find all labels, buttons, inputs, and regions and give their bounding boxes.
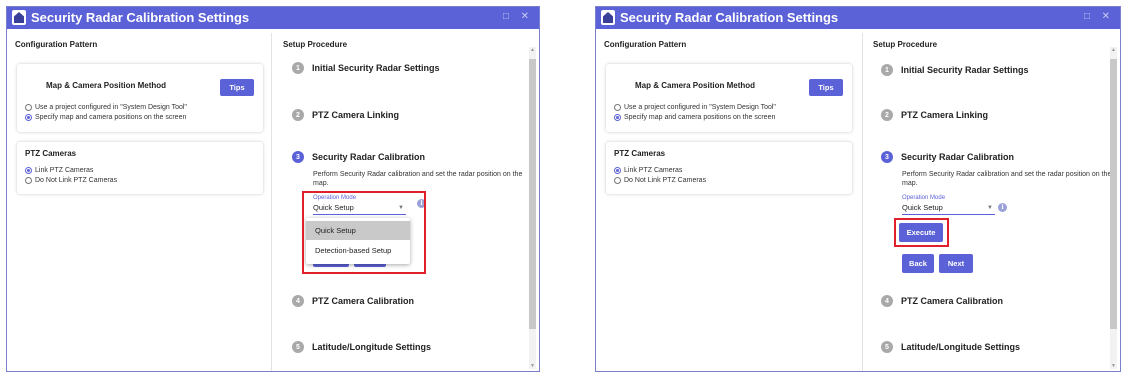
radio-label: Link PTZ Cameras xyxy=(35,167,94,174)
maximize-icon[interactable]: □ xyxy=(1084,11,1090,22)
security-radar-app-icon xyxy=(12,10,26,25)
ptz-cameras-card: PTZ Cameras Link PTZ Cameras Do Not Link… xyxy=(606,142,852,194)
window-title: Security Radar Calibration Settings xyxy=(31,10,250,25)
radio-option-specify-on-screen[interactable]: Specify map and camera positions on the … xyxy=(25,114,186,121)
step-number-4: 4 xyxy=(881,295,893,307)
operation-mode-label: Operation Mode xyxy=(902,195,946,201)
radio-selected[interactable] xyxy=(614,167,621,174)
configuration-pattern-heading: Configuration Pattern xyxy=(604,40,687,49)
radio-label: Specify map and camera positions on the … xyxy=(624,114,776,121)
step-label-lat-long: Latitude/Longitude Settings xyxy=(901,342,1020,352)
highlight-box xyxy=(894,218,949,247)
radio-selected[interactable] xyxy=(25,114,32,121)
radio-option-specify-on-screen[interactable]: Specify map and camera positions on the … xyxy=(614,114,775,121)
chevron-down-icon[interactable]: ▼ xyxy=(987,205,993,211)
step-number-1: 1 xyxy=(881,64,893,76)
tips-button[interactable]: Tips xyxy=(809,79,843,96)
ptz-cameras-card: PTZ Cameras Link PTZ Cameras Do Not Link… xyxy=(17,142,263,194)
step-description: Perform Security Radar calibration and s… xyxy=(313,171,523,187)
configuration-pattern-heading: Configuration Pattern xyxy=(15,40,98,49)
radio-selected[interactable] xyxy=(614,114,621,121)
radio-option-system-design-tool[interactable]: Use a project configured in "System Desi… xyxy=(25,104,187,111)
radio-unselected[interactable] xyxy=(614,177,621,184)
radio-option-do-not-link-ptz[interactable]: Do Not Link PTZ Cameras xyxy=(614,177,706,184)
scroll-thumb[interactable] xyxy=(1110,59,1117,329)
step-number-1: 1 xyxy=(292,62,304,74)
info-icon[interactable]: i xyxy=(998,203,1007,212)
step-label-ptz-calibration: PTZ Camera Calibration xyxy=(901,296,1004,306)
step-number-5: 5 xyxy=(881,341,893,353)
radio-unselected[interactable] xyxy=(25,104,32,111)
card-title: Map & Camera Position Method xyxy=(635,81,756,90)
radio-label: Use a project configured in "System Desi… xyxy=(624,104,776,111)
security-radar-app-icon xyxy=(601,10,615,25)
radio-selected[interactable] xyxy=(25,167,32,174)
radio-label: Do Not Link PTZ Cameras xyxy=(624,177,707,184)
step-number-5: 5 xyxy=(292,341,304,353)
step-description: Perform Security Radar calibration and s… xyxy=(902,171,1112,187)
step-label-ptz-linking: PTZ Camera Linking xyxy=(901,110,989,120)
window-title: Security Radar Calibration Settings xyxy=(620,10,839,25)
radio-option-system-design-tool[interactable]: Use a project configured in "System Desi… xyxy=(614,104,776,111)
highlight-box xyxy=(302,191,426,274)
radio-label: Specify map and camera positions on the … xyxy=(35,114,187,121)
scroll-up-icon[interactable]: ▲ xyxy=(1110,47,1117,53)
setup-procedure-heading: Setup Procedure xyxy=(873,40,938,49)
step-label-initial-settings: Initial Security Radar Settings xyxy=(312,63,440,73)
next-button[interactable]: Next xyxy=(939,254,973,273)
tips-button[interactable]: Tips xyxy=(220,79,254,96)
step-number-3: 3 xyxy=(881,151,893,163)
scroll-down-icon[interactable]: ▼ xyxy=(529,363,536,369)
close-icon[interactable]: ✕ xyxy=(521,11,529,22)
calibration-window-dropdown-open: Security Radar Calibration Settings □ ✕ … xyxy=(6,6,540,372)
card-title: PTZ Cameras xyxy=(614,149,666,158)
radio-option-link-ptz[interactable]: Link PTZ Cameras xyxy=(25,167,93,174)
close-icon[interactable]: ✕ xyxy=(1102,11,1110,22)
maximize-icon[interactable]: □ xyxy=(503,11,509,22)
operation-mode-underline xyxy=(902,214,995,215)
title-bar: Security Radar Calibration Settings □ ✕ xyxy=(596,7,1120,29)
map-camera-method-card: Map & Camera Position Method Tips Use a … xyxy=(606,64,852,132)
vertical-scrollbar[interactable]: ▲ ▼ xyxy=(529,47,536,369)
step-label-ptz-calibration: PTZ Camera Calibration xyxy=(312,296,415,306)
title-bar: Security Radar Calibration Settings □ ✕ xyxy=(7,7,539,29)
step-label-radar-calibration: Security Radar Calibration xyxy=(901,152,1015,162)
step-label-ptz-linking: PTZ Camera Linking xyxy=(312,110,400,120)
scroll-thumb[interactable] xyxy=(529,59,536,329)
step-label-initial-settings: Initial Security Radar Settings xyxy=(901,65,1029,75)
step-number-4: 4 xyxy=(292,295,304,307)
step-number-2: 2 xyxy=(292,109,304,121)
card-title: Map & Camera Position Method xyxy=(46,81,167,90)
radio-unselected[interactable] xyxy=(25,177,32,184)
radio-option-link-ptz[interactable]: Link PTZ Cameras xyxy=(614,167,682,174)
operation-mode-value[interactable]: Quick Setup xyxy=(902,203,943,212)
column-divider xyxy=(271,33,272,371)
scroll-down-icon[interactable]: ▼ xyxy=(1110,363,1117,369)
step-number-2: 2 xyxy=(881,109,893,121)
column-divider xyxy=(862,33,863,371)
vertical-scrollbar[interactable]: ▲ ▼ xyxy=(1110,47,1117,369)
map-camera-method-card: Map & Camera Position Method Tips Use a … xyxy=(17,64,263,132)
calibration-window-execute: Security Radar Calibration Settings □ ✕ … xyxy=(595,6,1121,372)
radio-label: Do Not Link PTZ Cameras xyxy=(35,177,118,184)
setup-procedure-heading: Setup Procedure xyxy=(283,40,348,49)
step-label-lat-long: Latitude/Longitude Settings xyxy=(312,342,431,352)
step-label-radar-calibration: Security Radar Calibration xyxy=(312,152,426,162)
radio-option-do-not-link-ptz[interactable]: Do Not Link PTZ Cameras xyxy=(25,177,117,184)
scroll-up-icon[interactable]: ▲ xyxy=(529,47,536,53)
back-button[interactable]: Back xyxy=(902,254,934,273)
radio-label: Link PTZ Cameras xyxy=(624,167,683,174)
step-number-3: 3 xyxy=(292,151,304,163)
radio-unselected[interactable] xyxy=(614,104,621,111)
card-title: PTZ Cameras xyxy=(25,149,77,158)
radio-label: Use a project configured in "System Desi… xyxy=(35,104,187,111)
